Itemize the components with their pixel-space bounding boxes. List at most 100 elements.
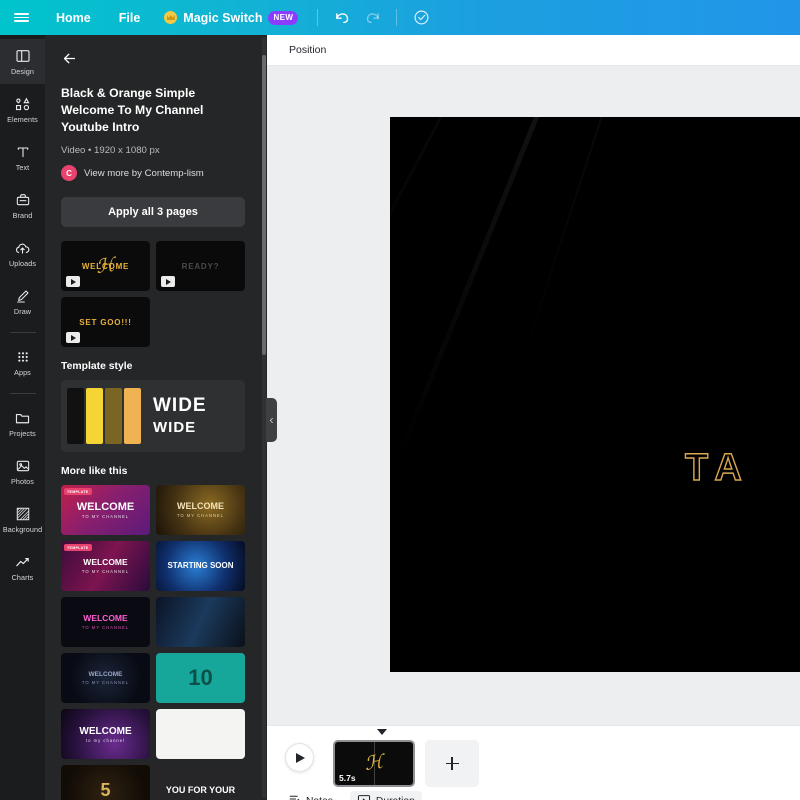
sidebar-label-text: Text <box>15 162 30 172</box>
template-card-text: YOU FOR YOUR <box>165 784 236 795</box>
template-title: Black & Orange Simple Welcome To My Chan… <box>61 86 204 134</box>
hamburger-icon[interactable] <box>0 0 42 35</box>
background-icon <box>15 506 31 523</box>
duration-label: Duration <box>376 796 415 800</box>
sidebar-label-background: Background <box>2 524 43 534</box>
template-card-text: WELCOME TO MY CHANNEL <box>176 500 225 518</box>
canvas-area[interactable]: SH TA <box>267 66 800 725</box>
design-icon <box>15 48 31 65</box>
timeline-page-card[interactable]: ℋ 5.7s <box>333 740 415 787</box>
position-button[interactable]: Position <box>281 40 334 60</box>
color-swatch <box>105 388 122 445</box>
canva-editor-window: Home File Magic Switch NEW Design Elemen… <box>0 0 800 800</box>
context-toolbar: Position <box>267 35 800 66</box>
sidebar-item-uploads[interactable]: Uploads <box>0 231 45 276</box>
sidebar-item-brand[interactable]: Brand <box>0 183 45 228</box>
bottom-tools: Notes Duration <box>281 790 422 800</box>
template-style-card[interactable]: WIDE WIDE <box>61 380 245 453</box>
style-swatches <box>67 388 141 445</box>
sidebar-item-projects[interactable]: Projects <box>0 401 45 446</box>
avatar: C <box>61 165 77 181</box>
play-icon[interactable] <box>66 332 80 344</box>
style-word-1: WIDE <box>153 394 207 416</box>
sidebar-item-charts[interactable]: Charts <box>0 545 45 590</box>
editor-area: Position SH TA ℋ 5.7s <box>267 35 800 800</box>
page-thumbnail[interactable]: SET GOO!!! <box>61 297 150 348</box>
template-card-welcome-purple-swirl[interactable]: WELCOME to my channel <box>61 709 150 760</box>
color-swatch <box>86 388 103 445</box>
template-card-dark-starry-welcome[interactable]: WELCOME TO MY CHANNEL <box>61 653 150 704</box>
upload-cloud-icon <box>14 240 31 257</box>
elements-icon <box>14 96 31 113</box>
sidebar-item-apps[interactable]: Apps <box>0 340 45 385</box>
bottom-bar: ℋ 5.7s Notes <box>267 725 800 800</box>
template-card-text: WELCOME to my channel <box>79 725 132 743</box>
sidebar-item-design[interactable]: Design <box>0 39 45 84</box>
caret-down-icon[interactable] <box>377 729 387 735</box>
back-arrow-icon[interactable] <box>61 47 83 69</box>
template-card-thank-you-typography[interactable]: YOU FOR YOUR <box>156 765 245 800</box>
template-card-text: WELCOME TO MY CHANNEL <box>81 557 130 574</box>
sidebar-label-projects: Projects <box>9 428 36 438</box>
play-icon[interactable] <box>161 276 175 288</box>
sidebar-label-photos: Photos <box>11 476 34 486</box>
menu-item-file[interactable]: File <box>105 0 155 35</box>
template-card-welcome-pink-neon[interactable]: TEMPLATE WELCOME TO MY CHANNEL <box>61 541 150 592</box>
folder-icon <box>14 410 31 427</box>
sidebar-item-elements[interactable]: Elements <box>0 87 45 132</box>
text-icon <box>15 144 31 161</box>
design-panel: Black & Orange Simple Welcome To My Chan… <box>45 35 267 800</box>
redo-button[interactable] <box>357 3 387 33</box>
color-swatch <box>67 388 84 445</box>
template-card-text: WELCOME TO MY CHANNEL <box>81 613 130 630</box>
template-card-text: WELCOME TO MY CHANNEL <box>81 671 130 685</box>
toolbar-divider-2 <box>396 9 398 26</box>
sidebar-label-brand: Brand <box>12 210 33 220</box>
template-card-countdown-five-gold[interactable]: 5 <box>61 765 150 800</box>
style-preview-words: WIDE WIDE <box>153 395 207 438</box>
menu-item-home[interactable]: Home <box>42 0 105 35</box>
artboard-subline[interactable]: TA <box>684 446 751 490</box>
sidebar-label-uploads: Uploads <box>8 258 37 268</box>
template-author-link[interactable]: C View more by Contemp-lism <box>61 165 245 181</box>
sidebar-item-text[interactable]: Text <box>0 135 45 180</box>
toolbar-divider <box>317 9 319 26</box>
template-card-text: WELCOME TO MY CHANNEL <box>76 500 135 519</box>
artboard-headline[interactable]: SH <box>678 332 796 431</box>
apply-all-pages-button[interactable]: Apply all 3 pages <box>61 197 245 227</box>
undo-button[interactable] <box>327 3 357 33</box>
duration-button[interactable]: Duration <box>349 790 422 800</box>
author-name: View more by Contemp-lism <box>84 167 204 179</box>
artboard[interactable]: SH TA <box>390 117 800 672</box>
magic-switch-button[interactable]: Magic Switch NEW <box>154 0 308 35</box>
panel-scrollbar-thumb[interactable] <box>262 55 266 355</box>
style-word-2: WIDE <box>153 418 197 436</box>
template-card-welcome-red-neon[interactable]: TEMPLATE WELCOME TO MY CHANNEL <box>61 485 150 536</box>
sidebar-item-background[interactable]: Background <box>0 497 45 542</box>
saved-status-button[interactable] <box>406 3 436 33</box>
sidebar-item-photos[interactable]: Photos <box>0 449 45 494</box>
template-card-starting-soon-blue[interactable]: STARTING SOON <box>156 541 245 592</box>
page-thumbnail-label: SET GOO!!! <box>79 317 132 327</box>
panel-collapse-handle[interactable] <box>266 398 277 442</box>
template-card-welcome-gold-bokeh[interactable]: WELCOME TO MY CHANNEL <box>156 485 245 536</box>
page-thumbnail[interactable]: ℋ WELCOME <box>61 241 150 292</box>
rail-divider <box>9 332 36 333</box>
notes-button[interactable]: Notes <box>281 790 340 800</box>
sidebar-label-apps: Apps <box>14 367 31 377</box>
template-card-white-minimal-doc[interactable] <box>156 709 245 760</box>
template-card-robot-scifi[interactable] <box>156 597 245 648</box>
add-page-button[interactable] <box>425 740 479 787</box>
page-card-signature: ℋ <box>363 750 385 775</box>
page-thumbnail[interactable]: READY? <box>156 241 245 292</box>
play-icon[interactable] <box>66 276 80 288</box>
template-card-countdown-ten-teal[interactable]: 10 <box>156 653 245 704</box>
sidebar-item-draw[interactable]: Draw <box>0 279 45 324</box>
light-streak-3 <box>390 117 453 364</box>
rail-divider-2 <box>9 393 36 394</box>
play-button[interactable] <box>285 743 314 772</box>
template-card-welcome-neon-frame[interactable]: WELCOME TO MY CHANNEL <box>61 597 150 648</box>
more-like-this-heading: More like this <box>61 466 128 478</box>
panel-scroll-region: Black & Orange Simple Welcome To My Chan… <box>45 35 261 800</box>
sidebar-label-elements: Elements <box>7 114 38 124</box>
